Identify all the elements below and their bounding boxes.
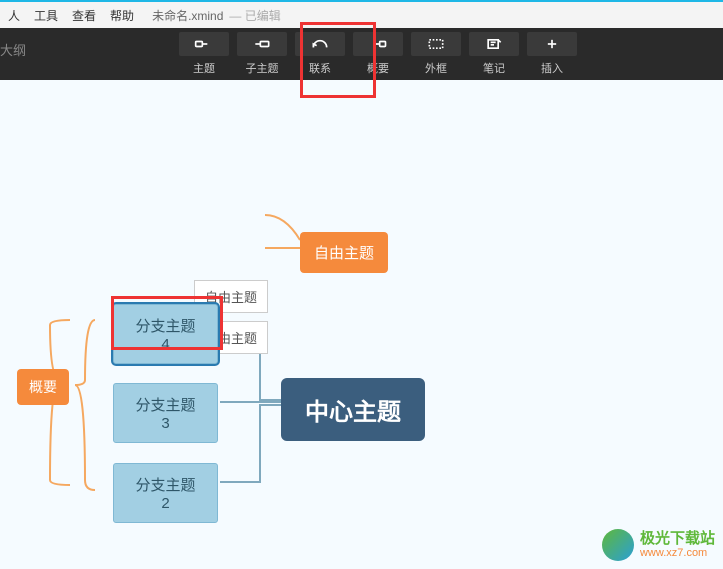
free-topic-main[interactable]: 自由主题 bbox=[300, 232, 388, 273]
watermark-url: www.xz7.com bbox=[640, 547, 715, 559]
titlebar: 人 工具 查看 帮助 未命名.xmind — 已编辑 bbox=[0, 0, 723, 28]
plus-icon bbox=[527, 32, 577, 56]
branch-topic-2[interactable]: 分支主题 2 bbox=[113, 463, 218, 523]
menu-view[interactable]: 查看 bbox=[72, 7, 96, 24]
note-button[interactable]: 笔记 bbox=[469, 32, 519, 76]
summary-label: 概要 bbox=[367, 60, 389, 76]
insert-label: 插入 bbox=[541, 60, 563, 76]
summary-node[interactable]: 概要 bbox=[17, 369, 69, 405]
edited-indicator: — 已编辑 bbox=[229, 7, 280, 24]
boundary-icon bbox=[411, 32, 461, 56]
insert-button[interactable]: 插入 bbox=[527, 32, 577, 76]
boundary-label: 外框 bbox=[425, 60, 447, 76]
menu-ren[interactable]: 人 bbox=[8, 7, 20, 24]
mindmap-canvas[interactable]: 自由主题 自由主题 自由主题 概要 分支主题 4 分支主题 3 分支主题 2 中… bbox=[0, 80, 723, 569]
topic-label: 主题 bbox=[193, 60, 215, 76]
watermark-name: 极光下载站 bbox=[640, 531, 715, 548]
relation-icon bbox=[295, 32, 345, 56]
note-label: 笔记 bbox=[483, 60, 505, 76]
summary-icon bbox=[353, 32, 403, 56]
summary-button[interactable]: 概要 bbox=[353, 32, 403, 76]
subtopic-button[interactable]: 子主题 bbox=[237, 32, 287, 76]
topic-button[interactable]: 主题 bbox=[179, 32, 229, 76]
toolbar: 大纲 主题 子主题 联系 概要 外框 笔记 插入 bbox=[0, 28, 723, 80]
central-topic[interactable]: 中心主题 bbox=[281, 378, 425, 441]
filename: 未命名.xmind bbox=[152, 7, 223, 24]
relation-button[interactable]: 联系 bbox=[295, 32, 345, 76]
watermark-logo-icon bbox=[602, 529, 634, 561]
menu-tools[interactable]: 工具 bbox=[34, 7, 58, 24]
branch-topic-3[interactable]: 分支主题 3 bbox=[113, 383, 218, 443]
outline-tab[interactable]: 大纲 bbox=[0, 40, 26, 59]
subtopic-label: 子主题 bbox=[246, 60, 279, 76]
watermark: 极光下载站 www.xz7.com bbox=[602, 529, 715, 561]
connectors bbox=[0, 80, 723, 569]
relation-label: 联系 bbox=[309, 60, 331, 76]
note-icon bbox=[469, 32, 519, 56]
menu-help[interactable]: 帮助 bbox=[110, 7, 134, 24]
branch-topic-4[interactable]: 分支主题 4 bbox=[113, 304, 218, 364]
topic-icon bbox=[179, 32, 229, 56]
subtopic-icon bbox=[237, 32, 287, 56]
boundary-button[interactable]: 外框 bbox=[411, 32, 461, 76]
